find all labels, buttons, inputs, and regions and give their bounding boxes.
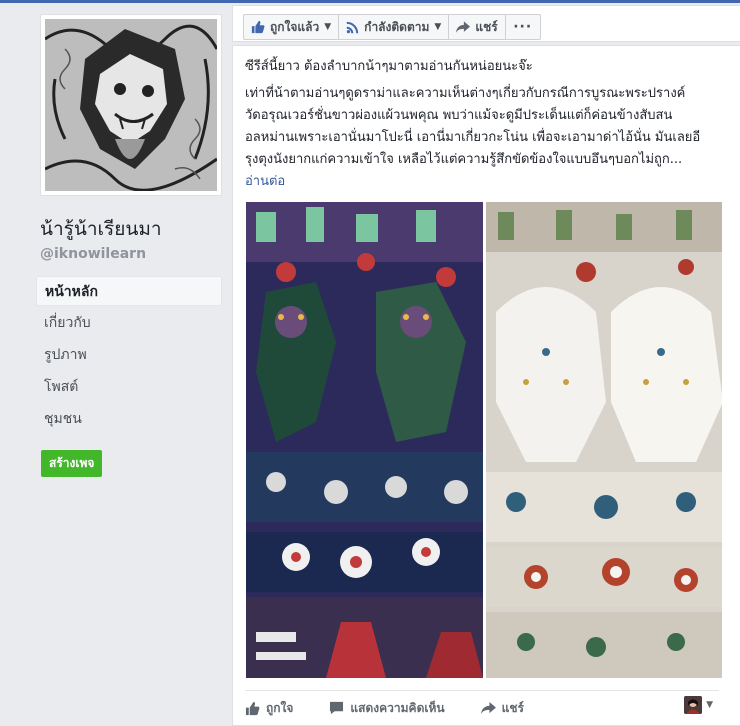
share-label: แชร์ (475, 19, 498, 34)
nav-item-posts[interactable]: โพสต์ (36, 372, 222, 402)
comment-button[interactable]: แสดงความคิดเห็น (329, 699, 445, 718)
post-as-selector[interactable]: ▼ (684, 696, 713, 714)
post-body: เท่าที่น้าตามอ่านๆดูดราม่าและความเห็นต่า… (245, 83, 727, 193)
post-text-line: เท่าที่น้าตามอ่านๆดูดราม่าและความเห็นต่า… (245, 86, 686, 101)
action-buttons: ถูกใจแล้ว ▼ กำลังติดตาม ▼ แชร์ ··· (243, 14, 541, 40)
nav-item-community[interactable]: ชุมชน (36, 404, 222, 434)
temple-giant-colorful-image (246, 202, 483, 678)
read-more-link[interactable]: อ่านต่อ (245, 171, 727, 193)
chevron-down-icon: ▼ (324, 22, 332, 32)
left-column: น้ารู้น้าเรียนมา @iknowilearn หน้าหลัก เ… (36, 14, 222, 477)
rss-icon (346, 21, 359, 34)
post-text-line: วัดอรุณเวอร์ชั่นขาวผ่องแผ้วนพคุณ พบว่าแม… (245, 108, 673, 123)
create-page-button[interactable]: สร้างเพจ (41, 450, 103, 477)
temple-giant-white-image (485, 202, 722, 678)
nav-item-photos[interactable]: รูปภาพ (36, 340, 222, 370)
nav-item-about[interactable]: เกี่ยวกับ (36, 308, 222, 338)
thumbs-up-icon (245, 701, 260, 716)
page-handle[interactable]: @iknowilearn (40, 246, 222, 262)
photo-before[interactable] (246, 202, 483, 678)
photo-after[interactable] (485, 202, 722, 678)
giant-mural-image (45, 19, 217, 191)
top-bar (0, 0, 740, 3)
page-action-bar: ถูกใจแล้ว ▼ กำลังติดตาม ▼ แชร์ ··· (232, 5, 740, 42)
share-post-label: แชร์ (501, 700, 524, 715)
post-heading: ซีรีส์นี้ยาว ต้องลำบากน้าๆมาตามอ่านกันหน… (245, 59, 533, 74)
share-post-button[interactable]: แชร์ (480, 699, 524, 718)
post-text-line: อลหม่านเพราะเอานั่นมาโปะนี่ เอานี่มาเกี่… (245, 130, 701, 145)
page-name[interactable]: น้ารู้น้าเรียนมา (40, 214, 222, 244)
like-label: ถูกใจ (266, 700, 294, 715)
chevron-down-icon: ▼ (706, 700, 713, 710)
post-actions: ถูกใจ แสดงความคิดเห็น แชร์ ▼ (245, 696, 725, 720)
profile-picture[interactable] (45, 19, 217, 191)
liked-button[interactable]: ถูกใจแล้ว ▼ (243, 14, 340, 40)
more-options-button[interactable]: ··· (504, 14, 541, 40)
post-photos (246, 202, 722, 678)
thumbs-up-icon (251, 20, 265, 34)
chevron-down-icon: ▼ (434, 22, 442, 32)
comment-label: แสดงความคิดเห็น (350, 700, 445, 715)
avatar (684, 696, 703, 714)
share-page-button[interactable]: แชร์ (448, 14, 506, 40)
page-nav: หน้าหลัก เกี่ยวกับ รูปภาพ โพสต์ ชุมชน (36, 276, 222, 434)
post-text-line: รุงตุงนังยากแก่ความเข้าใจ เหลือไว้แต่ควา… (245, 152, 683, 167)
share-arrow-icon (480, 701, 496, 715)
post-card: ซีรีส์นี้ยาว ต้องลำบากน้าๆมาตามอ่านกันหน… (232, 45, 740, 726)
like-button[interactable]: ถูกใจ (245, 699, 293, 718)
profile-picture-frame[interactable] (40, 14, 222, 196)
post-divider (245, 690, 719, 691)
comment-bubble-icon (329, 701, 344, 715)
liked-label: ถูกใจแล้ว (270, 19, 320, 34)
following-label: กำลังติดตาม (364, 19, 430, 34)
share-arrow-icon (456, 20, 471, 34)
following-button[interactable]: กำลังติดตาม ▼ (338, 14, 450, 40)
nav-item-home[interactable]: หน้าหลัก (36, 276, 222, 306)
